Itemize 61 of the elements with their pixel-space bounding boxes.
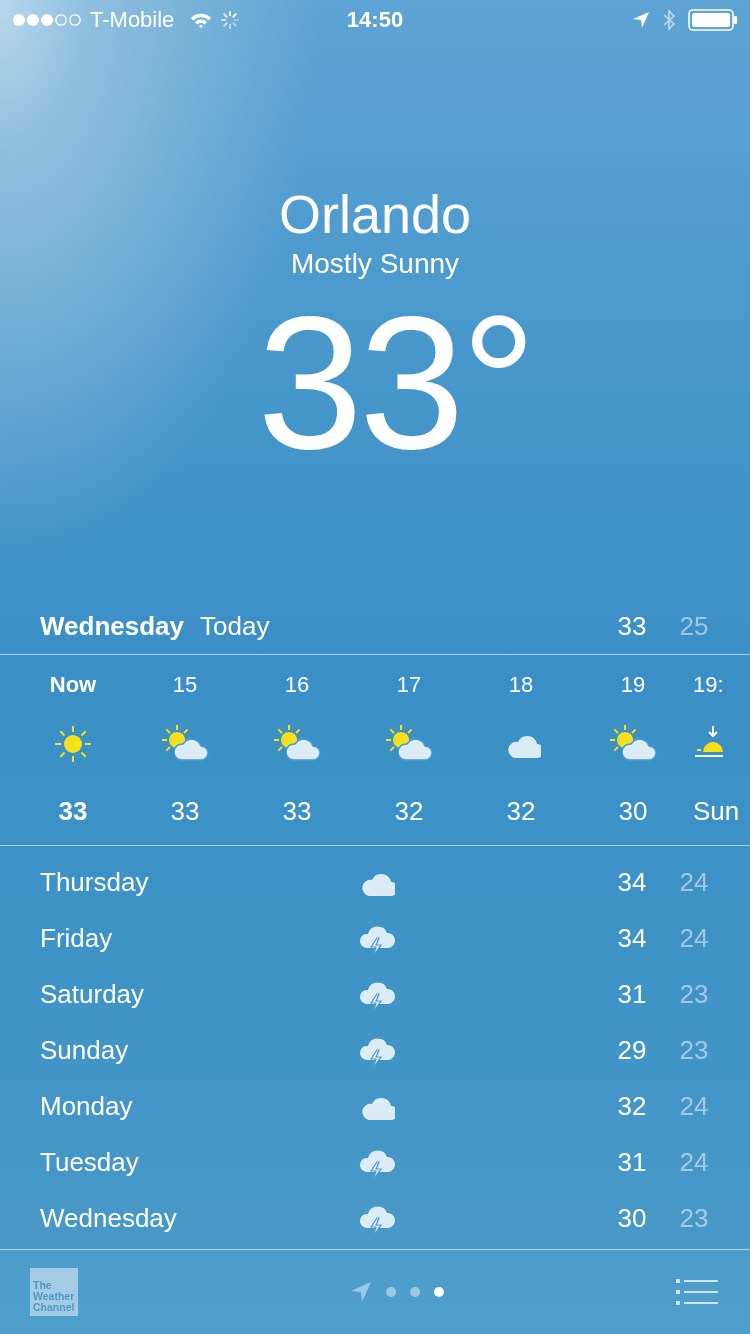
activity-spinner-icon [220,10,241,30]
page-dot[interactable] [434,1287,444,1297]
hour-temperature: 33 [58,796,88,827]
hour-label: 18 [508,672,534,699]
today-label: Today [200,610,270,642]
carrier-name: T-Mobile [90,7,175,33]
page-dot[interactable] [410,1287,420,1297]
location-arrow-icon[interactable] [350,1281,372,1303]
day-name: Monday [40,1090,134,1122]
wifi-icon [190,12,213,28]
hour-label: 19 [620,672,646,699]
low-temperature: 23 [678,978,710,1010]
low-temperature: 23 [678,1034,710,1066]
sun-cloud-icon [609,724,657,764]
hour-temperature: 32 [394,796,424,827]
hour-label: Now [49,672,97,699]
day-name: Thursday [40,866,150,898]
low-temperature: 23 [678,1202,710,1234]
location-arrow-icon [632,11,650,29]
day-name: Wednesday [40,1202,178,1234]
city-name: Orlando [278,183,472,246]
low-temperature: 24 [678,922,710,954]
weather-condition: Mostly Sunny [290,247,460,281]
hour-temperature: 33 [282,796,312,827]
hour-temperature: 32 [506,796,536,827]
hour-label: 15 [172,672,198,699]
bluetooth-icon [662,9,676,31]
low-temperature: 24 [678,1090,710,1122]
sun-cloud-icon [161,724,209,764]
day-name: Wednesday [40,610,184,642]
sun-icon [53,724,93,764]
high-temperature: 34 [616,922,648,954]
day-name: Sunday [40,1034,130,1066]
day-name: Saturday [40,978,146,1010]
page-dot[interactable] [386,1287,396,1297]
hour-label: 19: [693,672,724,699]
low-temperature: 25 [678,610,710,642]
high-temperature: 34 [616,866,648,898]
sun-cloud-icon [273,724,321,764]
signal-icon [12,13,82,27]
list-icon[interactable] [676,1279,718,1305]
current-temperature: 33° [256,282,533,482]
day-name: Friday [40,922,114,954]
hour-label: 17 [396,672,422,699]
high-temperature: 33 [616,610,648,642]
clock-time: 14:50 [346,7,404,33]
hour-temperature: 30 [618,796,648,827]
high-temperature: 30 [616,1202,648,1234]
sun-cloud-icon [385,724,433,764]
weather-channel-logo[interactable]: The Weather Channel [30,1268,78,1316]
low-temperature: 24 [678,866,710,898]
high-temperature: 31 [616,1146,648,1178]
hour-temperature: 33 [170,796,200,827]
hour-label: 16 [284,672,310,699]
battery-icon [688,9,738,31]
high-temperature: 31 [616,978,648,1010]
high-temperature: 29 [616,1034,648,1066]
low-temperature: 24 [678,1146,710,1178]
day-name: Tuesday [40,1146,140,1178]
high-temperature: 32 [616,1090,648,1122]
hour-temperature: Sun [693,796,740,827]
